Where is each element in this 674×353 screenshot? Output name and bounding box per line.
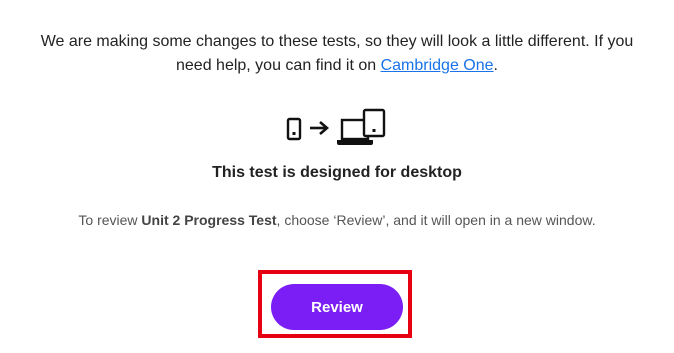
device-graphic-svg xyxy=(286,108,386,145)
instructions-prefix: To review xyxy=(78,212,142,228)
notice-line-1: We are making some changes to these test… xyxy=(40,33,634,50)
notice-text: We are making some changes to these test… xyxy=(0,30,674,78)
notice-line-2-suffix: . xyxy=(493,57,498,74)
test-name: Unit 2 Progress Test xyxy=(141,212,277,228)
notice-line-2-prefix: need help, you can find it on xyxy=(176,57,381,74)
notice-line-2: need help, you can find it on Cambridge … xyxy=(0,54,674,78)
mobile-phone-icon xyxy=(286,117,302,141)
review-instructions: To review Unit 2 Progress Test, choose ‘… xyxy=(0,212,674,228)
instructions-suffix: , choose ‘Review’, and it will open in a… xyxy=(276,212,596,228)
tablet-icon xyxy=(362,108,386,138)
page-heading: This test is designed for desktop xyxy=(212,164,462,181)
device-graphic xyxy=(285,108,389,150)
arrow-right-icon xyxy=(310,121,329,135)
cambridge-one-link[interactable]: Cambridge One xyxy=(381,57,494,74)
review-button[interactable]: Review xyxy=(271,284,403,330)
